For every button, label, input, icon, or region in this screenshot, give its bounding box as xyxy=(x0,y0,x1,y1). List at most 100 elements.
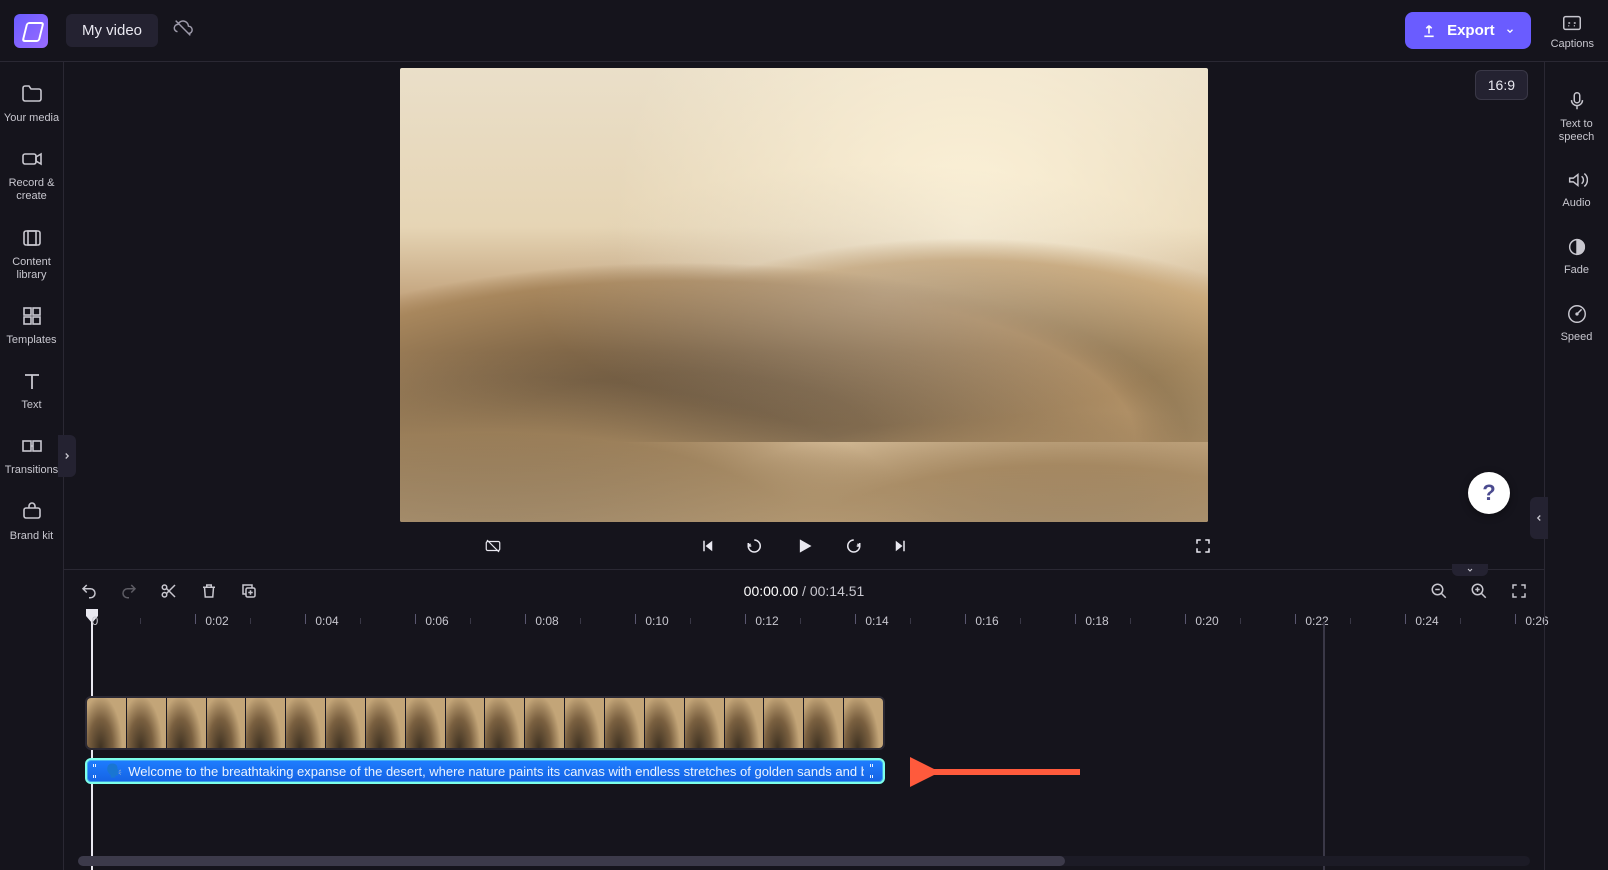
ruler-tick-12: 0:12 xyxy=(755,614,778,628)
zoom-fit-button[interactable] xyxy=(1510,582,1528,600)
tts-audio-clip[interactable]: 🗣️ Welcome to the breathtaking expanse o… xyxy=(85,758,885,784)
ruler-tick-14: 0:14 xyxy=(865,614,888,628)
cloud-sync-off-icon[interactable] xyxy=(172,17,194,44)
duplicate-button[interactable] xyxy=(240,582,258,600)
tracks-area: 🗣️ Welcome to the breathtaking expanse o… xyxy=(78,696,1530,836)
clip-trim-handle-right[interactable] xyxy=(870,764,877,778)
delete-button[interactable] xyxy=(200,582,218,600)
ruler-tick-18: 0:18 xyxy=(1085,614,1108,628)
clip-thumbnail xyxy=(405,698,445,748)
rightbar-item-tts[interactable]: Text to speech xyxy=(1545,78,1608,157)
ruler-tick-20: 0:20 xyxy=(1195,614,1218,628)
ruler-tick-22: 0:22 xyxy=(1305,614,1328,628)
ruler-tick-0: 0 xyxy=(92,614,99,628)
clip-thumbnail xyxy=(724,698,764,748)
captions-button[interactable]: Captions xyxy=(1551,12,1594,50)
ruler-tick-6: 0:06 xyxy=(425,614,448,628)
export-button-label: Export xyxy=(1447,22,1495,39)
clip-thumbnail xyxy=(166,698,206,748)
clip-thumbnail xyxy=(684,698,724,748)
ruler-tick-16: 0:16 xyxy=(975,614,998,628)
video-clip-track[interactable] xyxy=(85,696,885,750)
clip-thumbnail xyxy=(126,698,166,748)
brandkit-icon xyxy=(20,500,44,524)
library-icon xyxy=(20,226,44,250)
redo-button[interactable] xyxy=(120,582,138,600)
skip-start-button[interactable] xyxy=(698,537,716,555)
preview-stage: 16:9 xyxy=(64,62,1544,569)
sidebar-item-text[interactable]: Text xyxy=(0,359,64,424)
step-forward-button[interactable] xyxy=(844,537,862,555)
clip-thumbnail xyxy=(445,698,485,748)
speaking-head-icon: 🗣️ xyxy=(106,763,122,779)
rightbar-item-fade[interactable]: Fade xyxy=(1545,224,1608,291)
fullscreen-button[interactable] xyxy=(1194,537,1212,555)
timeline-panel: 00:00.00 / 00:14.51 0 0:02 0:04 0:06 0:08 0:1… xyxy=(64,569,1544,870)
zoom-in-button[interactable] xyxy=(1470,582,1488,600)
left-sidebar: Your mediaRecord & createContent library… xyxy=(0,62,64,870)
step-back-button[interactable] xyxy=(746,537,764,555)
clip-thumbnail xyxy=(843,698,883,748)
sidebar-item-transitions[interactable]: Transitions xyxy=(0,424,64,489)
time-display: 00:00.00 / 00:14.51 xyxy=(744,583,865,599)
clip-thumbnail xyxy=(763,698,803,748)
undo-button[interactable] xyxy=(80,582,98,600)
sidebar-item-record[interactable]: Record & create xyxy=(0,137,64,215)
clip-thumbnail xyxy=(564,698,604,748)
clip-thumbnail xyxy=(325,698,365,748)
sidebar-item-library[interactable]: Content library xyxy=(0,216,64,294)
clip-thumbnail xyxy=(803,698,843,748)
clip-thumbnail xyxy=(524,698,564,748)
ruler-tick-4: 0:04 xyxy=(315,614,338,628)
templates-icon xyxy=(20,304,44,328)
ruler-tick-10: 0:10 xyxy=(645,614,668,628)
aspect-ratio-button[interactable]: 16:9 xyxy=(1475,70,1528,100)
expand-panel-left-tab[interactable] xyxy=(1530,497,1548,539)
timeline-ruler[interactable]: 0 0:02 0:04 0:06 0:08 0:10 0:12 0:14 0:16 0:18 0:2… xyxy=(78,608,1530,636)
rightbar-item-audio[interactable]: Audio xyxy=(1545,157,1608,224)
annotation-arrow xyxy=(910,752,1090,792)
sidebar-item-templates[interactable]: Templates xyxy=(0,294,64,359)
sidebar-item-brandkit[interactable]: Brand kit xyxy=(0,490,64,555)
timeline-toolbar: 00:00.00 / 00:14.51 xyxy=(64,570,1544,608)
clip-thumbnail xyxy=(206,698,246,748)
ruler-tick-8: 0:08 xyxy=(535,614,558,628)
main-area: 16:9 xyxy=(64,62,1544,870)
rightbar-item-speed[interactable]: Speed xyxy=(1545,291,1608,358)
play-button[interactable] xyxy=(794,536,814,556)
record-icon xyxy=(20,147,44,171)
clip-thumbnail xyxy=(365,698,405,748)
clip-thumbnail xyxy=(245,698,285,748)
tts-icon xyxy=(1566,90,1588,112)
transport-bar xyxy=(64,522,1544,566)
clip-thumbnail xyxy=(484,698,524,748)
app-logo[interactable] xyxy=(14,14,48,48)
folder-icon xyxy=(20,82,44,106)
ruler-tick-2: 0:02 xyxy=(205,614,228,628)
speed-icon xyxy=(1566,303,1588,325)
captions-toggle-off-icon[interactable] xyxy=(484,537,502,555)
transitions-icon xyxy=(20,434,44,458)
help-fab[interactable]: ? xyxy=(1468,472,1510,514)
fade-icon xyxy=(1566,236,1588,258)
right-sidebar: Text to speechAudioFadeSpeed xyxy=(1544,62,1608,870)
clip-thumbnail xyxy=(604,698,644,748)
timeline-horizontal-scrollbar[interactable] xyxy=(78,856,1530,866)
captions-icon xyxy=(1561,12,1583,34)
clip-thumbnail xyxy=(285,698,325,748)
audio-icon xyxy=(1566,169,1588,191)
split-button[interactable] xyxy=(160,582,178,600)
audio-clip-text: Welcome to the breathtaking expanse of t… xyxy=(128,764,864,779)
text-icon xyxy=(20,369,44,393)
video-preview[interactable] xyxy=(400,68,1208,522)
project-title[interactable]: My video xyxy=(66,14,158,47)
clip-thumbnail xyxy=(87,698,126,748)
header-bar: My video Export Captions xyxy=(0,0,1608,62)
zoom-out-button[interactable] xyxy=(1430,582,1448,600)
clip-thumbnail xyxy=(644,698,684,748)
ruler-tick-24: 0:24 xyxy=(1415,614,1438,628)
clip-trim-handle-left[interactable] xyxy=(93,764,100,778)
export-button[interactable]: Export xyxy=(1405,12,1531,49)
skip-end-button[interactable] xyxy=(892,537,910,555)
sidebar-item-folder[interactable]: Your media xyxy=(0,72,64,137)
